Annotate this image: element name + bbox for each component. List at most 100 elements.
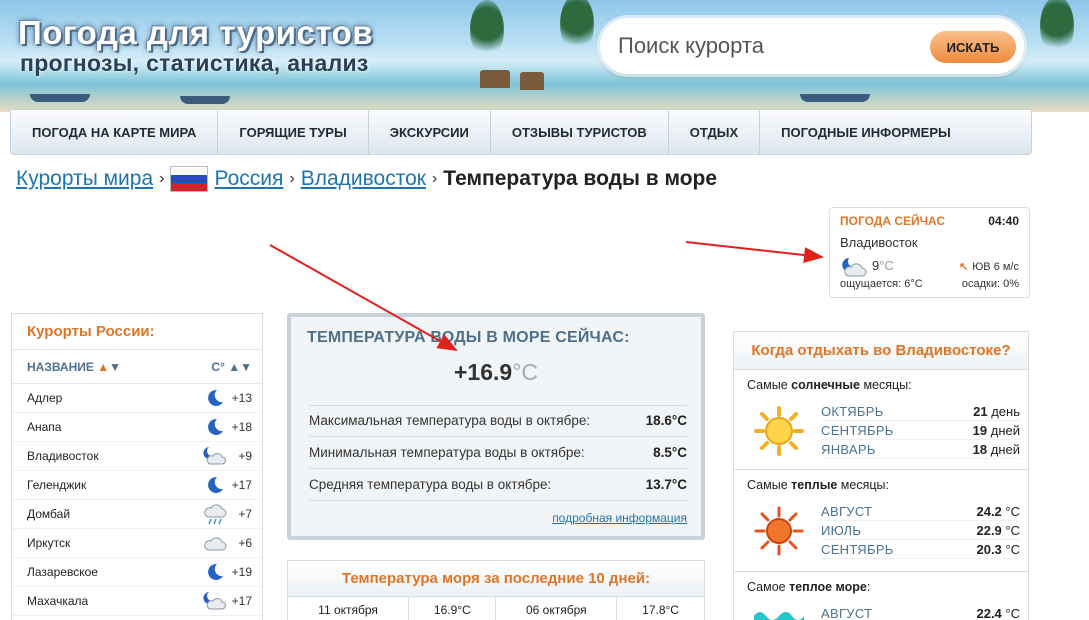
resort-name[interactable]: Владивосток [27,449,200,463]
list-item: СЕНТЯБРЬ 20.3 °C [821,540,1020,559]
weather-now-feels: ощущается: 6°C [840,278,923,290]
nav-informers[interactable]: ПОГОДНЫЕ ИНФОРМЕРЫ [760,110,972,154]
list-item[interactable]: Лазаревское +19 [12,558,262,587]
month-name: ОКТЯБРЬ [821,403,884,419]
resort-temp: +6 [238,536,252,550]
month-name: СЕНТЯБРЬ [821,541,894,557]
nav-world-map[interactable]: ПОГОДА НА КАРТЕ МИРА [11,110,219,154]
nav-reviews[interactable]: ОТЗЫВЫ ТУРИСТОВ [491,110,669,154]
list-item[interactable]: Владивосток +9 [12,442,262,471]
list-item: АВГУСТ 22.4 °C [821,604,1020,620]
section-caption: Самые теплые месяцы: [747,478,889,492]
resort-temp: +18 [231,420,252,434]
resort-name[interactable]: Адлер [27,391,200,405]
sea-history-heading: Температура моря за последние 10 дней: [288,561,704,597]
warm-sea-section: Самое теплое море: АВГУСТ 22.4 °C [734,572,1028,620]
breadcrumb-separator: › [289,170,295,187]
weather-now-city: Владивосток [840,235,918,250]
main-nav: ПОГОДА НА КАРТЕ МИРА ГОРЯЩИЕ ТУРЫ ЭКСКУР… [10,109,1032,155]
resort-temp: +17 [231,594,252,608]
weather-now-widget[interactable]: ПОГОДА СЕЙЧАС 04:40 Владивосток 9°C ↖ ЮВ … [829,207,1030,298]
nav-rest[interactable]: ОТДЫХ [669,110,761,154]
sea-stat-min: Минимальная температура воды в октябре: 8… [309,437,687,469]
resort-name[interactable]: Иркутск [27,536,200,550]
month-list: АВГУСТ 24.2 °C ИЮЛЬ 22.9 °C СЕНТЯБРЬ 20.3 °C [821,502,1020,559]
site-subtitle: прогнозы, статистика, анализ [20,50,369,76]
list-item[interactable]: Иркутск +6 [12,529,262,558]
warm-months-section: Самые теплые месяцы: АВГУСТ 24.2 °C ИЮЛЬ 22… [734,470,1028,572]
list-item: СЕНТЯБРЬ 19 дней [821,421,1020,440]
more-info-link[interactable]: подробная информация [552,511,687,525]
resort-temp: +19 [231,565,252,579]
palm-decoration [560,0,594,54]
month-name: АВГУСТ [821,605,873,620]
sea-stat-max: Максимальная температура воды в октябре:… [309,405,687,437]
breadcrumb-separator: › [159,170,165,187]
month-list: АВГУСТ 22.4 °C [821,604,1020,620]
nav-excursions[interactable]: ЭКСКУРСИИ [369,110,491,154]
resort-name[interactable]: Геленджик [27,478,200,492]
month-value: 22.9 °C [976,522,1020,538]
sea-stat-avg: Средняя температура воды в октябре: 13.7°… [309,469,687,501]
resort-name[interactable]: Махачкала [27,594,200,608]
month-value: 18 дней [972,441,1020,457]
hut-decoration [520,72,544,90]
list-item[interactable]: Домбай +7 [12,500,262,529]
table-row: 11 октября 16.9°C 06 октября 17.8°C [288,597,704,620]
breadcrumb-resorts[interactable]: Курорты мира [16,167,153,191]
list-item: ОКТЯБРЬ 21 день [821,402,1020,421]
weather-now-precip: осадки: 0% [961,278,1019,290]
boat-decoration [800,94,870,102]
month-name: АВГУСТ [821,503,873,519]
resorts-list: Адлер +13 Анапа +18 Владивосток +9 Геленджик +1… [12,384,262,616]
sunny-months-section: Самые солнечные месяцы: ОКТЯБРЬ 21 день СЕ… [734,370,1028,470]
when-to-go-heading: Когда отдыхать во Владивостоке? [734,332,1028,370]
sort-by-name[interactable]: НАЗВАНИЕ ▲▼ [27,360,121,374]
resorts-title: Курорты России: [12,314,262,350]
breadcrumb-russia[interactable]: Россия [214,167,283,191]
site-logo-title[interactable]: Погода для туристов [18,14,373,52]
resorts-panel: Курорты России: НАЗВАНИЕ ▲▼ C° ▲▼ Адлер +… [11,313,263,620]
breadcrumb-separator: › [431,170,438,187]
cloud-icon [200,534,230,552]
history-temp: 16.9°C [408,597,497,620]
list-item[interactable]: Геленджик +17 [12,471,262,500]
resort-temp: +17 [231,478,252,492]
month-value: 20.3 °C [976,541,1020,557]
resort-name[interactable]: Анапа [27,420,200,434]
resorts-columns: НАЗВАНИЕ ▲▼ C° ▲▼ [12,350,262,384]
section-caption: Самое теплое море: [747,580,871,594]
moon-cloud-icon [200,446,230,466]
list-item[interactable]: Махачкала +17 [12,587,262,616]
month-value: 19 дней [972,422,1020,438]
sort-by-temp[interactable]: C° ▲▼ [211,360,252,374]
sun-icon [754,406,804,461]
month-value: 22.4 °C [976,605,1020,620]
sea-temp-panel: ТЕМПЕРАТУРА ВОДЫ В МОРЕ СЕЙЧАС: +16.9°C … [287,313,705,540]
resort-name[interactable]: Домбай [27,507,200,521]
moon-icon [200,418,230,436]
resort-temp: +13 [231,391,252,405]
nav-hot-tours[interactable]: ГОРЯЩИЕ ТУРЫ [218,110,369,154]
weather-now-heading: ПОГОДА СЕЙЧАС [840,214,946,228]
hot-sun-icon [754,506,804,561]
history-temp: 17.8°C [642,603,679,617]
resort-name[interactable]: Лазаревское [27,565,200,579]
header-banner: Погода для туристов прогнозы, статистика… [0,0,1089,112]
resort-temp: +9 [238,449,252,463]
sea-temp-heading: ТЕМПЕРАТУРА ВОДЫ В МОРЕ СЕЙЧАС: [307,329,630,346]
month-value: 24.2 °C [976,503,1020,519]
breadcrumb-vladivostok[interactable]: Владивосток [301,167,426,191]
list-item[interactable]: Адлер +13 [12,384,262,413]
page-title: Температура воды в море [443,167,718,190]
history-date: 11 октября [288,597,410,620]
search-button[interactable]: ИСКАТЬ [930,31,1016,63]
month-name: ИЮЛЬ [821,522,862,538]
month-name: СЕНТЯБРЬ [821,422,894,438]
weather-now-time: 04:40 [988,214,1019,228]
list-item: ИЮЛЬ 22.9 °C [821,521,1020,540]
search-input[interactable] [618,30,918,62]
section-caption: Самые солнечные месяцы: [747,378,912,392]
rain-cloud-icon [200,503,230,525]
list-item[interactable]: Анапа +18 [12,413,262,442]
